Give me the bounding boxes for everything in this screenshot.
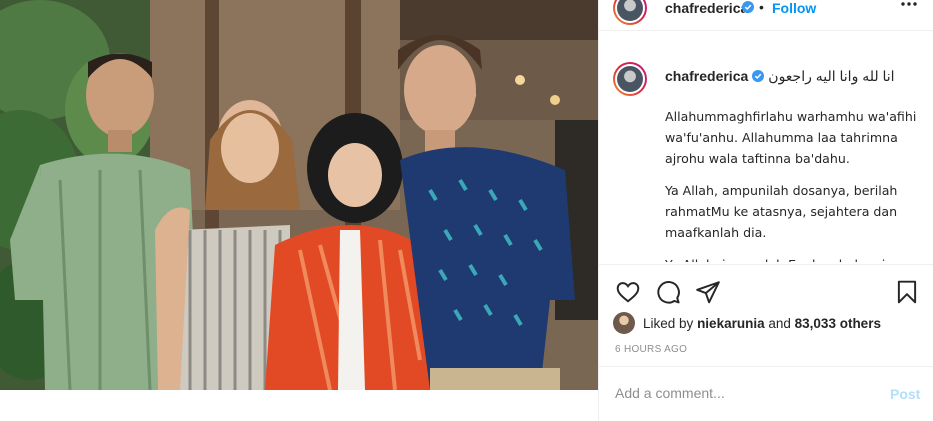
likes-prefix: Liked by bbox=[643, 315, 694, 331]
caption-area: chafrederica انا لله وانا اليه راجعون Al… bbox=[599, 52, 933, 262]
caption-text: Allahummaghfirlahu warhamhu wa'afihi wa'… bbox=[665, 106, 927, 262]
photo-illustration bbox=[0, 0, 598, 390]
caption-paragraph: Ya Allah, janganlah Engkau halangi bbox=[665, 254, 927, 262]
verified-badge-icon bbox=[742, 1, 754, 13]
post-photo[interactable] bbox=[0, 0, 598, 390]
post-header: chafrederica • Follow bbox=[599, 0, 933, 31]
liker-avatar[interactable] bbox=[613, 312, 635, 334]
caption-title: انا لله وانا اليه راجعون bbox=[768, 68, 895, 84]
caption-username[interactable]: chafrederica bbox=[665, 68, 748, 84]
post-timestamp[interactable]: 6 HOURS AGO bbox=[615, 344, 687, 355]
caption-author-avatar[interactable] bbox=[613, 62, 647, 96]
comment-box: Post bbox=[599, 366, 933, 421]
post-comment-button[interactable]: Post bbox=[890, 386, 920, 402]
likes-count[interactable]: 83,033 others bbox=[795, 316, 881, 331]
follow-button[interactable]: Follow bbox=[772, 0, 816, 16]
caption-paragraph: Allahummaghfirlahu warhamhu wa'afihi wa'… bbox=[665, 109, 917, 166]
liker-username[interactable]: niekarunia bbox=[697, 316, 765, 331]
caption-header: chafrederica انا لله وانا اليه راجعون bbox=[665, 68, 895, 85]
likes-middle: and bbox=[768, 315, 791, 331]
author-username[interactable]: chafrederica bbox=[665, 0, 748, 16]
more-options-icon[interactable] bbox=[897, 0, 921, 12]
comment-icon[interactable] bbox=[655, 279, 681, 305]
post-side-panel: chafrederica • Follow chafrederica انا ل… bbox=[599, 0, 933, 421]
share-icon[interactable] bbox=[695, 279, 721, 305]
verified-badge-icon bbox=[752, 70, 765, 82]
bookmark-icon[interactable] bbox=[894, 279, 920, 305]
comment-input[interactable] bbox=[615, 385, 865, 401]
author-avatar[interactable] bbox=[613, 0, 647, 25]
heart-icon[interactable] bbox=[615, 279, 641, 305]
likes-summary: Liked by niekarunia and 83,033 others bbox=[613, 312, 881, 334]
caption-paragraph: Ya Allah, ampunilah dosanya, berilah rah… bbox=[665, 183, 898, 240]
separator-dot: • bbox=[759, 0, 764, 15]
